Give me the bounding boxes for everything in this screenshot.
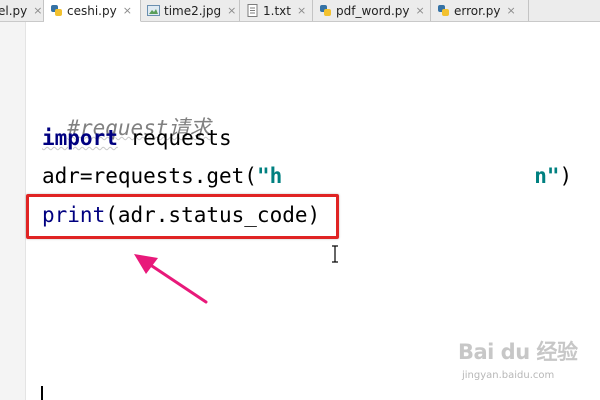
- string-start: "h: [256, 164, 283, 188]
- baidu-watermark: Bai du 经验 jingyan.baidu.com: [458, 336, 596, 392]
- tab-label: el.py: [0, 3, 28, 18]
- close-icon[interactable]: ×: [506, 4, 515, 17]
- tab-label: pdf_word.py: [336, 3, 410, 18]
- code-line-import[interactable]: import requests: [42, 124, 232, 152]
- tab-label: time2.jpg: [164, 3, 222, 18]
- tab-pdf-word-py[interactable]: pdf_word.py ×: [313, 0, 431, 21]
- tab-error-py[interactable]: error.py ×: [431, 0, 529, 21]
- tab-label: 1.txt: [263, 3, 291, 18]
- watermark-logo: Bai du 经验: [458, 340, 578, 364]
- import-module: requests: [117, 126, 232, 150]
- annotation-arrow-icon: [134, 254, 208, 304]
- close-icon[interactable]: ×: [123, 4, 132, 17]
- text-file-icon: [246, 4, 259, 17]
- assign-prefix: adr=requests.get(: [42, 164, 257, 188]
- tab-label: ceshi.py: [67, 3, 117, 18]
- tab-label: error.py: [454, 3, 501, 18]
- assign-suffix: ): [559, 164, 573, 188]
- tab-time2-jpg[interactable]: time2.jpg ×: [141, 0, 240, 21]
- text-caret: [41, 386, 43, 400]
- tab-el-py[interactable]: el.py ×: [0, 0, 44, 21]
- python-file-icon: [437, 4, 450, 17]
- import-keyword: import: [42, 126, 118, 150]
- text-cursor-icon: [332, 245, 338, 263]
- tab-ceshi-py[interactable]: ceshi.py ×: [44, 0, 141, 22]
- tab-1-txt[interactable]: 1.txt ×: [240, 0, 313, 21]
- watermark-url: jingyan.baidu.com: [462, 370, 555, 381]
- editor-tab-bar: el.py × ceshi.py × time2.jpg × 1.txt × p…: [0, 0, 600, 22]
- close-icon[interactable]: ×: [33, 4, 42, 17]
- editor-gutter: [0, 22, 26, 400]
- close-icon[interactable]: ×: [227, 4, 236, 17]
- python-file-icon: [50, 4, 63, 17]
- string-end: n": [534, 164, 560, 188]
- highlight-box: [26, 194, 339, 239]
- close-icon[interactable]: ×: [297, 4, 306, 17]
- url-redaction: [294, 160, 504, 194]
- close-icon[interactable]: ×: [416, 4, 425, 17]
- image-file-icon: [147, 4, 160, 17]
- python-file-icon: [319, 4, 332, 17]
